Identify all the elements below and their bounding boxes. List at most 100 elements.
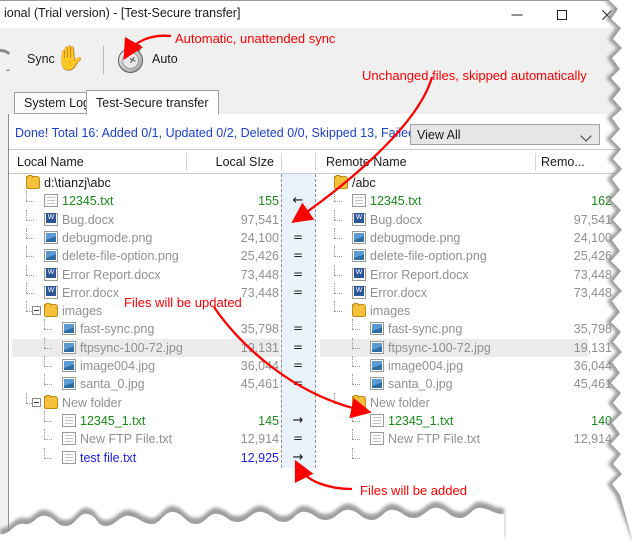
column-header-remote-size-label: Remo... bbox=[541, 155, 585, 169]
local-file-size: 73,448 bbox=[240, 267, 279, 282]
tree-guide bbox=[26, 392, 27, 403]
tree-guide bbox=[44, 374, 45, 385]
table-row[interactable] bbox=[320, 447, 612, 467]
remote-file-name: 12345_1.txt bbox=[388, 413, 454, 428]
tree-guide bbox=[26, 292, 34, 294]
toolbar-separator bbox=[103, 46, 104, 74]
remote-file-size: 140 bbox=[591, 413, 612, 428]
table-row[interactable]: santa_0.jpg 45,461 bbox=[12, 374, 279, 393]
folder-icon bbox=[352, 394, 366, 409]
column-header-local-name[interactable]: Local Name bbox=[9, 152, 184, 173]
tree-guide bbox=[26, 219, 34, 221]
tree-guide bbox=[352, 366, 360, 367]
tree-guide bbox=[334, 237, 342, 239]
local-file-size: 25,426 bbox=[240, 249, 279, 264]
table-row[interactable]: 12345_1.txt 140 bbox=[320, 410, 612, 430]
column-header-local-size[interactable]: Local SIze bbox=[188, 152, 280, 173]
pane-divider-right bbox=[315, 174, 316, 468]
tree-guide bbox=[26, 227, 27, 238]
table-row[interactable]: /abc bbox=[320, 174, 612, 192]
table-row[interactable]: 12345.txt 155 bbox=[12, 191, 279, 210]
header-separator[interactable] bbox=[315, 153, 316, 171]
tree-guide bbox=[44, 347, 52, 349]
table-row[interactable]: image004.jpg 36,044 bbox=[320, 356, 612, 375]
tree-guide bbox=[352, 429, 353, 440]
table-row[interactable]: delete-file-option.png 25,426 bbox=[320, 246, 612, 265]
local-file-size: 155 bbox=[258, 194, 279, 209]
tree-guide bbox=[352, 337, 353, 348]
column-header-remote-name[interactable]: Remote Name bbox=[318, 152, 534, 173]
folder-icon bbox=[334, 175, 348, 189]
tree-guide bbox=[334, 264, 335, 275]
tree-expander[interactable] bbox=[32, 306, 41, 316]
table-row[interactable]: santa_0.jpg 45,461 bbox=[320, 374, 612, 393]
auto-button-label: Auto bbox=[152, 52, 178, 66]
header-separator[interactable] bbox=[281, 153, 282, 171]
column-header-remote-size[interactable]: Remo... bbox=[537, 152, 617, 173]
tree-guide bbox=[26, 246, 27, 257]
local-file-name: images bbox=[62, 304, 103, 319]
status-divider bbox=[9, 149, 624, 150]
table-row[interactable]: Bug.docx 97,541 bbox=[320, 209, 612, 229]
header-separator[interactable] bbox=[186, 153, 187, 171]
sync-button[interactable]: Sync bbox=[0, 38, 55, 80]
table-row[interactable]: 12345.txt 162 bbox=[320, 191, 612, 210]
word-icon bbox=[352, 267, 366, 281]
auto-button[interactable]: Auto bbox=[117, 38, 178, 80]
table-row[interactable]: Bug.docx 97,541 bbox=[12, 209, 279, 229]
local-file-size: 24,100 bbox=[240, 230, 279, 245]
maximize-button[interactable] bbox=[539, 1, 584, 29]
sync-button-label: Sync bbox=[27, 52, 55, 66]
tree-guide bbox=[334, 402, 342, 404]
tab-strip: System Log Test-Secure transfer bbox=[0, 90, 633, 115]
table-row[interactable]: test file.txt 12,925 bbox=[12, 447, 279, 467]
table-row[interactable]: New folder bbox=[320, 392, 612, 412]
table-row[interactable]: ftpsync-100-72.jpg 19,131 bbox=[320, 337, 612, 357]
tree-guide bbox=[44, 410, 45, 421]
tree-guide bbox=[26, 209, 27, 220]
table-row[interactable]: Error.docx 73,448 bbox=[320, 282, 612, 302]
column-header-local-name-label: Local Name bbox=[17, 155, 84, 169]
img-icon bbox=[62, 322, 76, 336]
tree-guide bbox=[352, 439, 360, 441]
tree-guide bbox=[26, 201, 34, 203]
table-row[interactable]: fast-sync.png 35,798 bbox=[12, 319, 279, 338]
tab-test-secure-transfer[interactable]: Test-Secure transfer bbox=[86, 90, 219, 115]
table-row[interactable]: d:\tianzj\abc bbox=[12, 174, 279, 192]
close-button[interactable] bbox=[584, 1, 629, 29]
tree-guide bbox=[334, 274, 342, 276]
local-file-name: delete-file-option.png bbox=[62, 249, 179, 264]
img-icon bbox=[352, 249, 366, 263]
table-row[interactable]: debugmode.png 24,100 bbox=[320, 227, 612, 247]
table-row[interactable]: image004.jpg 36,044 bbox=[12, 356, 279, 375]
table-row[interactable]: New FTP File.txt 12,914 bbox=[12, 429, 279, 448]
table-row[interactable]: New folder bbox=[12, 392, 279, 412]
table-row[interactable]: Error Report.docx 73,448 bbox=[320, 264, 612, 284]
sync-marker-equal: = bbox=[292, 358, 304, 372]
tree-expander[interactable] bbox=[32, 397, 41, 407]
img-icon bbox=[62, 377, 76, 391]
table-row[interactable]: images bbox=[320, 301, 612, 320]
annotation-text: Unchanged files, skipped automatically bbox=[362, 68, 587, 83]
header-separator[interactable] bbox=[535, 153, 536, 171]
table-row[interactable]: debugmode.png 24,100 bbox=[12, 227, 279, 247]
local-file-size: 19,131 bbox=[240, 340, 279, 355]
view-filter-dropdown[interactable]: View All bbox=[410, 124, 600, 145]
folder-icon bbox=[26, 175, 40, 189]
manual-mode-button[interactable]: ✋ bbox=[55, 38, 85, 80]
table-row[interactable]: delete-file-option.png 25,426 bbox=[12, 246, 279, 265]
table-row[interactable]: Error Report.docx 73,448 bbox=[12, 264, 279, 284]
table-row[interactable]: New FTP File.txt 12,914 bbox=[320, 429, 612, 448]
minimize-button[interactable] bbox=[494, 1, 539, 29]
img-icon bbox=[62, 340, 76, 354]
doc-icon bbox=[370, 432, 384, 446]
tree-guide bbox=[44, 356, 45, 366]
table-row[interactable]: 12345_1.txt 145 bbox=[12, 410, 279, 430]
local-file-name: New folder bbox=[62, 395, 122, 410]
img-icon bbox=[370, 340, 384, 354]
tree-guide bbox=[26, 274, 34, 276]
table-row[interactable]: fast-sync.png 35,798 bbox=[320, 319, 612, 338]
table-row[interactable]: ftpsync-100-72.jpg 19,131 bbox=[12, 337, 279, 357]
local-file-name: ftpsync-100-72.jpg bbox=[80, 340, 183, 355]
tree-guide bbox=[334, 256, 342, 258]
